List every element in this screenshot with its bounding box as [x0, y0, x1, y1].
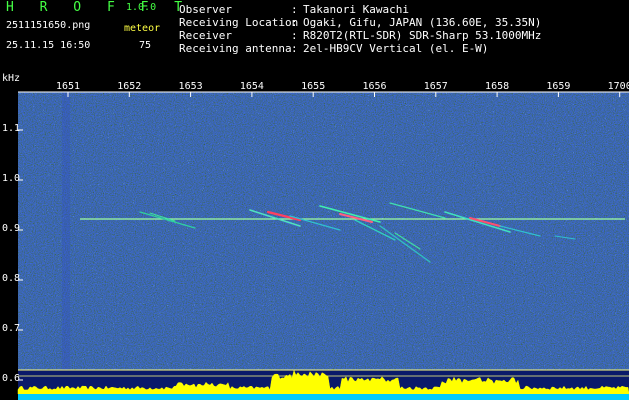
info-colon: : — [291, 42, 298, 55]
meteor-count: 75 — [139, 40, 152, 51]
time-tick-label: 1700 — [608, 81, 629, 92]
spectrogram: 1651 1652 1653 1654 1655 1656 1657 1658 1659 1700 — [17, 81, 629, 400]
info-colon: : — [291, 3, 298, 16]
info-antenna: Receiving antenna: 2el-HB9CV Vertical (el… — [179, 42, 488, 55]
info-value: R820T2(RTL-SDR) SDR-Sharp 53.1000MHz — [303, 29, 542, 42]
info-value: Takanori Kawachi — [303, 3, 409, 16]
info-value: Ogaki, Gifu, JAPAN (136.60E, 35.35N) — [303, 16, 542, 29]
freq-tick-label: 0.8 — [2, 273, 21, 284]
info-label: Receiver — [179, 29, 232, 42]
time-tick-label: 1656 — [362, 81, 386, 92]
freq-tick-label: 1.1 — [2, 123, 21, 134]
info-receiver: Receiver: R820T2(RTL-SDR) SDR-Sharp 53.10… — [179, 29, 541, 42]
freq-tick-label: 0.6 — [2, 373, 21, 384]
freq-tick-label: 0.9 — [2, 223, 21, 234]
info-label: Receiving Location — [179, 16, 299, 29]
time-tick-label: 1658 — [485, 81, 509, 92]
spectrum-baseline — [18, 394, 629, 400]
time-tick-label: 1652 — [117, 81, 141, 92]
app-version: 1.0.0 — [126, 2, 157, 13]
info-value: 2el-HB9CV Vertical (el. E-W) — [303, 42, 489, 55]
info-colon: : — [291, 16, 298, 29]
meteor-label: meteor — [124, 23, 161, 34]
info-label: Observer — [179, 3, 232, 16]
info-observer: Observer: Takanori Kawachi — [179, 3, 409, 16]
spectrogram-specks — [18, 92, 629, 370]
time-tick-label: 1654 — [240, 81, 264, 92]
info-colon: : — [291, 29, 298, 42]
file-name: 2511151650.png — [6, 20, 91, 31]
freq-tick-label: 1.0 — [2, 173, 21, 184]
time-tick-label: 1651 — [56, 81, 80, 92]
app-brand: H R O F F T — [6, 0, 192, 15]
time-tick-label: 1653 — [179, 81, 203, 92]
time-tick-label: 1657 — [424, 81, 448, 92]
left-noise-column — [62, 92, 70, 370]
info-location: Receiving Location: Ogaki, Gifu, JAPAN (1… — [179, 16, 541, 29]
time-tick-label: 1655 — [301, 81, 325, 92]
info-label: Receiving antenna — [179, 42, 292, 55]
freq-tick-label: 0.7 — [2, 323, 21, 334]
unit-label: kHz — [2, 73, 21, 84]
time-tick-label: 1659 — [546, 81, 570, 92]
timestamp: 25.11.15 16:50 — [6, 40, 91, 51]
